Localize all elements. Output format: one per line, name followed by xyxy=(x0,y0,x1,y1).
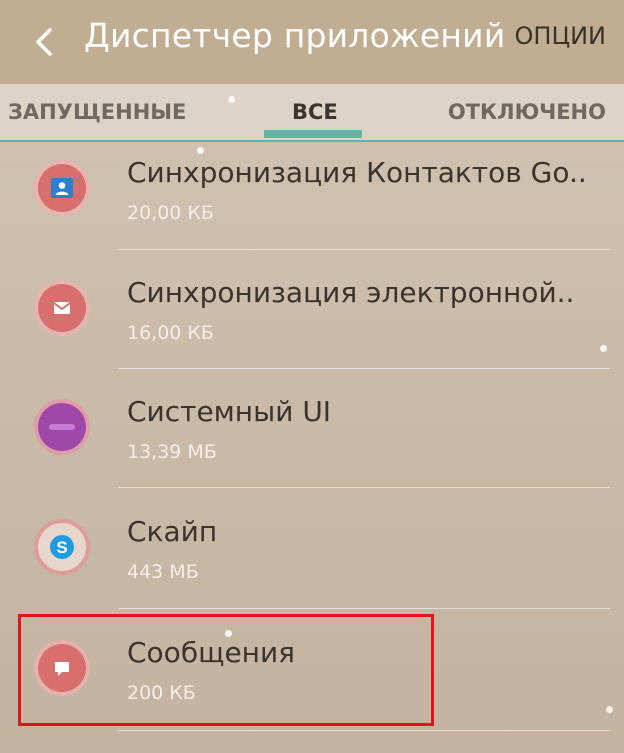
list-item[interactable]: Синхронизация электронной.. 16,00 КБ xyxy=(0,260,624,378)
email-sync-icon xyxy=(38,284,86,332)
list-divider xyxy=(118,368,610,369)
list-divider xyxy=(118,249,610,250)
tab-running[interactable]: ЗАПУЩЕННЫЕ xyxy=(8,100,186,124)
app-bar: Диспетчер приложений ОПЦИИ xyxy=(0,0,624,84)
app-name: Синхронизация Контактов Go.. xyxy=(127,156,587,189)
app-name: Системный UI xyxy=(127,395,332,428)
tab-selected-indicator xyxy=(264,130,362,138)
page-title: Диспетчер приложений xyxy=(84,16,506,55)
chevron-left-icon xyxy=(36,28,52,56)
app-name: Синхронизация электронной.. xyxy=(127,276,575,309)
list-item[interactable]: S Скайп 443 МБ xyxy=(0,499,624,617)
svg-text:S: S xyxy=(56,538,67,557)
highlight-box xyxy=(18,614,434,726)
list-divider xyxy=(118,730,610,731)
app-size: 16,00 КБ xyxy=(127,322,214,344)
list-divider xyxy=(118,608,610,609)
tab-all[interactable]: ВСЕ xyxy=(292,100,338,124)
back-button[interactable] xyxy=(28,22,60,62)
list-divider xyxy=(118,487,610,488)
app-size: 20,00 КБ xyxy=(127,202,214,224)
options-button[interactable]: ОПЦИИ xyxy=(515,22,606,50)
system-ui-icon xyxy=(38,403,86,451)
app-name: Скайп xyxy=(127,515,218,548)
app-size: 443 МБ xyxy=(127,561,199,583)
app-size: 13,39 МБ xyxy=(127,441,217,463)
decorative-sparkle xyxy=(228,96,235,103)
list-item[interactable]: Синхронизация Контактов Go.. 20,00 КБ xyxy=(0,142,624,260)
skype-icon: S xyxy=(38,523,86,571)
list-item[interactable]: Системный UI 13,39 МБ xyxy=(0,379,624,497)
tab-bar: ЗАПУЩЕННЫЕ ВСЕ ОТКЛЮЧЕНО xyxy=(0,84,624,142)
tab-disabled[interactable]: ОТКЛЮЧЕНО xyxy=(448,100,606,124)
contacts-sync-icon xyxy=(38,164,86,212)
